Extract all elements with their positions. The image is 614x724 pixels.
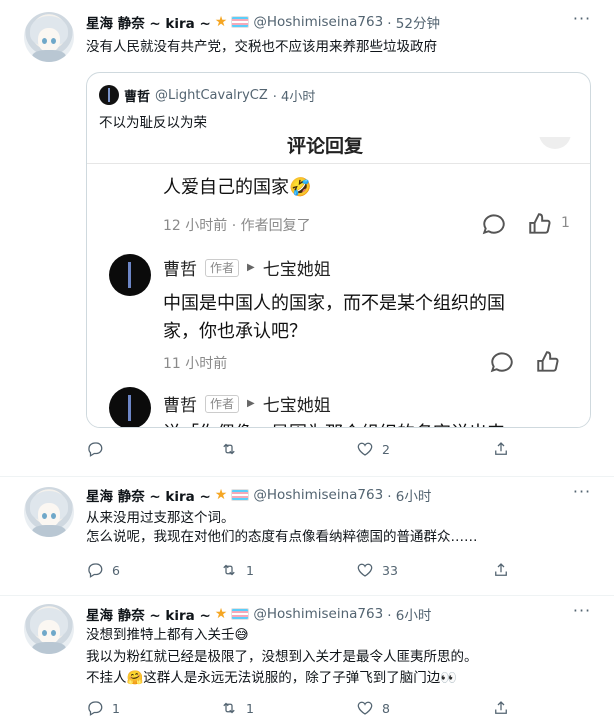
reply-text-line-1: 中国是中国人的国家，而不是某个组织的国 <box>163 293 505 314</box>
quote-timestamp: · 4小时 <box>272 89 316 105</box>
quote-text: 不以为耻反以为荣 <box>99 115 207 131</box>
tweet-text-line: 没想到推特上都有入关壬😅 <box>86 627 249 643</box>
heart-icon <box>357 701 373 715</box>
reply-icon <box>88 442 103 457</box>
screenshot-divider <box>87 163 590 164</box>
share-icon <box>495 701 507 714</box>
tweet-text: 没有人民就没有共产党，交税也不应该用来养那些垃圾政府 <box>86 39 437 55</box>
thumbs-up-icon <box>527 211 553 237</box>
reply-name: 曹哲 <box>163 260 197 280</box>
comment-meta: 12 小时前 · 作者回复了 <box>163 218 311 234</box>
handle[interactable]: @Hoshimiseina763 <box>253 487 383 503</box>
comment-icon <box>481 211 507 237</box>
more-icon[interactable]: ··· <box>572 11 592 32</box>
reply-header: 曹哲 作者 ▶ 七宝她姐 <box>163 255 331 280</box>
timestamp[interactable]: · 52分钟 <box>387 12 440 32</box>
transgender-flag-icon <box>231 489 250 501</box>
share-icon <box>495 563 507 576</box>
display-name[interactable]: 星海 静奈 ~ kira ~ <box>86 485 211 505</box>
star-icon: ★ <box>214 14 228 30</box>
avatar[interactable] <box>24 12 74 62</box>
heart-icon <box>357 442 373 456</box>
reply-icon <box>88 563 103 578</box>
author-tag: 作者 <box>205 258 240 277</box>
retweet-button[interactable] <box>220 440 246 458</box>
tweet-text-line: 从来没用过支那这个词。 <box>86 510 235 526</box>
arrow-right-icon: ▶ <box>247 262 255 273</box>
timestamp[interactable]: · 6小时 <box>387 485 431 505</box>
tweet-header: 星海 静奈 ~ kira ~ ★ @Hoshimiseina763 · 6小时 <box>86 604 431 624</box>
star-icon: ★ <box>214 606 228 622</box>
reply-avatar <box>109 254 151 296</box>
display-name[interactable]: 星海 静奈 ~ kira ~ <box>86 604 211 624</box>
reply-button[interactable]: 6 <box>86 561 120 579</box>
tweet-actions: 6 1 33 <box>86 561 526 581</box>
share-icon <box>495 442 507 455</box>
display-name[interactable]: 星海 静奈 ~ kira ~ <box>86 12 211 32</box>
reply-to-name: 七宝她姐 <box>262 260 331 280</box>
tweet-2[interactable]: 星海 静奈 ~ kira ~ ★ @Hoshimiseina763 · 6小时 … <box>0 477 614 595</box>
tweet-header: 星海 静奈 ~ kira ~ ★ @Hoshimiseina763 · 6小时 <box>86 485 431 505</box>
retweet-icon <box>223 564 235 576</box>
star-icon: ★ <box>214 487 228 503</box>
tweet-text-line: 怎么说呢，我现在对他们的态度有点像看纳粹德国的普通群众…… <box>86 529 478 545</box>
transgender-flag-icon <box>231 608 250 620</box>
reply-header: 曹哲 作者 ▶ 七宝她姐 <box>163 391 331 416</box>
quoted-tweet[interactable]: 曹哲 @LightCavalryCZ · 4小时 不以为耻反以为荣 评论回复 ×… <box>86 72 591 428</box>
reply-text-line-1: 说「你偶像」是因为那个组织的名字说出来 <box>163 419 505 427</box>
like-button[interactable]: 8 <box>356 699 390 717</box>
retweet-button[interactable]: 1 <box>220 561 254 579</box>
tweet-1[interactable]: 星海 静奈 ~ kira ~ ★ @Hoshimiseina763 · 52分钟… <box>0 0 614 476</box>
handle[interactable]: @Hoshimiseina763 <box>253 14 383 30</box>
retweet-icon <box>223 702 235 714</box>
handle[interactable]: @Hoshimiseina763 <box>253 606 383 622</box>
retweet-icon <box>223 443 235 455</box>
screenshot-title: 评论回复 <box>287 137 364 157</box>
more-icon[interactable]: ··· <box>572 603 592 624</box>
reply-text-line-2: 家，你也承认吧？ <box>163 321 307 342</box>
reply-button[interactable] <box>86 440 112 458</box>
share-button[interactable] <box>492 561 510 579</box>
reply-to-name: 七宝她姐 <box>262 396 331 416</box>
timestamp[interactable]: · 6小时 <box>387 604 431 624</box>
comment-like-count: 1 <box>561 215 570 231</box>
tweet-actions: 1 1 8 <box>86 699 526 719</box>
quote-handle: @LightCavalryCZ <box>155 87 268 103</box>
like-button[interactable]: 33 <box>356 561 398 579</box>
quote-display-name: 曹哲 <box>124 89 151 105</box>
tweet-3[interactable]: 星海 静奈 ~ kira ~ ★ @Hoshimiseina763 · 6小时 … <box>0 596 614 724</box>
avatar[interactable] <box>24 487 74 537</box>
reply-icon <box>88 701 103 716</box>
reply-avatar <box>109 387 151 427</box>
like-button[interactable]: 2 <box>356 440 390 458</box>
reply-meta: 11 小时前 <box>163 356 228 372</box>
reply-name: 曹哲 <box>163 396 197 416</box>
comment-icon <box>489 349 515 375</box>
retweet-button[interactable]: 1 <box>220 699 254 717</box>
quote-image[interactable]: 评论回复 × 人爱自己的国家🤣 12 小时前 · 作者回复了 1 曹哲 作者 ▶… <box>87 137 590 427</box>
heart-icon <box>357 563 373 577</box>
tweet-text-line: 不挂人🤗这群人是永远无法说服的，除了子弹飞到了脑门边👀 <box>86 670 458 686</box>
share-button[interactable] <box>492 440 510 458</box>
more-icon[interactable]: ··· <box>572 484 592 505</box>
quote-avatar <box>99 85 119 105</box>
transgender-flag-icon <box>231 16 250 28</box>
tweet-actions: 2 <box>86 440 526 460</box>
comment-text: 人爱自己的国家🤣 <box>163 177 312 198</box>
share-button[interactable] <box>492 699 510 717</box>
arrow-right-icon: ▶ <box>247 398 255 409</box>
tweet-header: 星海 静奈 ~ kira ~ ★ @Hoshimiseina763 · 52分钟 <box>86 12 440 32</box>
thumbs-up-icon <box>535 349 561 375</box>
close-icon: × <box>539 137 571 149</box>
avatar[interactable] <box>24 604 74 654</box>
author-tag: 作者 <box>205 394 240 413</box>
reply-button[interactable]: 1 <box>86 699 120 717</box>
tweet-text-line: 我以为粉红就已经是极限了，没想到入关才是最令人匪夷所思的。 <box>86 649 478 665</box>
